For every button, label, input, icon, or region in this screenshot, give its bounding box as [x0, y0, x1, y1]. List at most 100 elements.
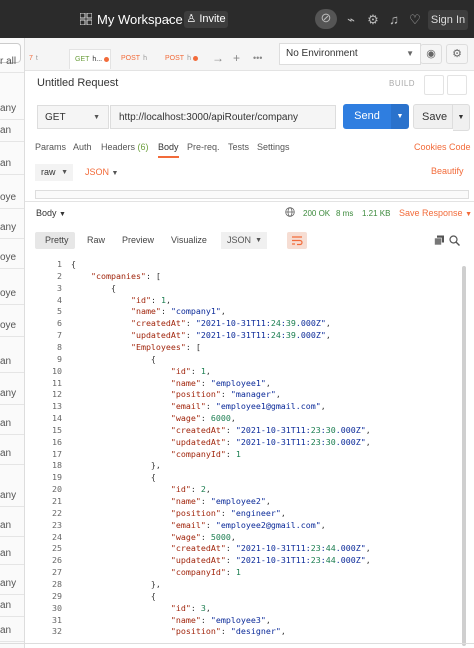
response-size[interactable]: 1.21 KB — [362, 209, 390, 218]
search-icon[interactable] — [449, 235, 460, 246]
line-number: 27 — [52, 567, 62, 578]
response-body-select[interactable]: Body ▼ — [36, 208, 66, 218]
environment-select[interactable]: No Environment ▼ — [279, 43, 421, 65]
sidebar-item[interactable]: oye — [0, 320, 16, 331]
url-input[interactable]: http://localhost:3000/apiRouter/company — [110, 105, 336, 129]
sidebar-item[interactable]: oye — [0, 192, 16, 203]
sync-off-icon[interactable]: ⊘ — [315, 9, 337, 29]
more-icon[interactable]: ••• — [253, 53, 262, 63]
line-number: 15 — [52, 424, 62, 435]
line-number: 28 — [52, 578, 62, 589]
code-text: "updatedAt": "2021-10-31T11:24:39.000Z", — [130, 330, 331, 341]
tab-prereq[interactable]: Pre-req. — [187, 142, 220, 152]
sidebar-item[interactable]: any — [0, 222, 16, 233]
invite-button[interactable]: ♙ Invite — [184, 11, 228, 28]
tab-params[interactable]: Params — [35, 142, 66, 152]
save-dropdown-icon[interactable]: ▼ — [453, 104, 470, 131]
sidebar-item[interactable]: any — [0, 388, 16, 399]
tab-method: 7 — [29, 55, 33, 62]
scrollbar[interactable] — [462, 266, 466, 646]
unsaved-dot-icon — [104, 56, 110, 62]
bell-icon[interactable]: ♫ — [385, 11, 403, 29]
body-type-select[interactable]: JSON ▼ — [85, 164, 118, 182]
line-number: 22 — [52, 507, 62, 518]
tab-tests[interactable]: Tests — [228, 142, 249, 152]
response-format-select[interactable]: JSON ▼ — [221, 232, 267, 249]
tab-method: POST — [165, 55, 185, 62]
beautify-link[interactable]: Beautify — [431, 166, 464, 176]
send-dropdown-icon[interactable]: ▼ — [391, 104, 409, 129]
sidebar-item[interactable]: any — [0, 490, 16, 501]
main-panel: 7t GET h... POST h POST h → + ••• No Enviro… — [25, 38, 474, 648]
settings-icon[interactable]: ⚙ — [364, 11, 382, 29]
chevron-down-icon: ▼ — [111, 170, 119, 177]
code-text: "wage": 6000, — [170, 413, 236, 424]
sidebar-item[interactable]: oye — [0, 252, 16, 263]
view-raw[interactable]: Raw — [81, 232, 111, 249]
sidebar-item[interactable]: an — [0, 356, 11, 367]
code-text: "name": "employee1", — [170, 377, 271, 388]
response-time[interactable]: 8 ms — [336, 209, 353, 218]
cookies-link[interactable]: Cookies — [414, 142, 447, 152]
line-number: 1 — [57, 259, 62, 269]
sidebar-item[interactable]: an — [0, 448, 11, 459]
tab-settings[interactable]: Settings — [257, 142, 290, 152]
status-code[interactable]: 200 OK — [303, 209, 330, 218]
build-label[interactable]: BUILD — [389, 79, 415, 88]
line-number: 25 — [52, 543, 62, 554]
save-response-button[interactable]: Save Response ▼ — [399, 208, 472, 218]
method-select[interactable]: GET ▼ — [37, 105, 109, 129]
code-text: "createdAt": "2021-10-31T11:23:30.000Z", — [170, 424, 371, 435]
body-mode-label: raw — [41, 167, 56, 177]
sidebar-item[interactable]: any — [0, 578, 16, 589]
sidebar-item[interactable]: an — [0, 125, 11, 136]
add-tab-icon[interactable]: + — [233, 51, 240, 65]
globe-icon[interactable] — [285, 207, 295, 217]
code-text: "id": 1, — [130, 294, 171, 305]
request-body-editor[interactable] — [35, 190, 469, 199]
chevron-down-icon[interactable]: ⌄ — [164, 11, 173, 24]
view-visualize[interactable]: Visualize — [165, 232, 213, 249]
method-label: GET — [45, 112, 66, 123]
arrow-right-icon[interactable]: → — [212, 51, 224, 65]
view-pretty[interactable]: Pretty — [35, 232, 75, 249]
request-title[interactable]: Untitled Request — [37, 77, 118, 89]
divider — [0, 536, 24, 537]
view-preview[interactable]: Preview — [116, 232, 160, 249]
code-link[interactable]: Code — [449, 142, 471, 152]
sidebar-item[interactable]: any — [0, 103, 16, 114]
comment-icon[interactable] — [447, 75, 467, 95]
request-tab-active[interactable]: GET h... — [69, 49, 111, 69]
tab-auth[interactable]: Auth — [73, 142, 92, 152]
code-text: "position": "manager", — [170, 389, 281, 400]
gear-icon[interactable]: ⚙ — [446, 44, 468, 64]
sidebar-item[interactable]: an — [0, 600, 11, 611]
sidebar-item[interactable]: oye — [0, 288, 16, 299]
request-tab[interactable]: POST h — [121, 49, 157, 69]
line-number: 19 — [52, 472, 62, 483]
divider — [0, 434, 24, 435]
tab-body[interactable]: Body — [158, 142, 179, 158]
code-text: "position": "designer", — [170, 626, 286, 637]
edit-icon[interactable] — [424, 75, 444, 95]
sidebar-item[interactable]: an — [0, 625, 11, 636]
response-code-viewer[interactable]: 1 {2 "companies": [3 {4 "id": 1, 5 "name":… — [25, 256, 474, 648]
sidebar-item[interactable]: an — [0, 418, 11, 429]
copy-icon[interactable] — [434, 235, 445, 246]
sidebar-item[interactable]: r all — [0, 56, 16, 67]
sidebar-item[interactable]: an — [0, 520, 11, 531]
sidebar-item[interactable]: an — [0, 548, 11, 559]
sidebar-item[interactable]: an — [0, 158, 11, 169]
body-mode-select[interactable]: raw ▼ — [35, 164, 73, 181]
eye-icon[interactable]: ◉ — [420, 44, 442, 64]
sign-in-button[interactable]: Sign In — [428, 10, 468, 30]
tab-headers[interactable]: Headers (6) — [101, 142, 149, 152]
satellite-icon[interactable]: ⌁ — [342, 11, 360, 29]
heart-icon[interactable]: ♡ — [406, 11, 424, 29]
request-tab[interactable]: POST h — [165, 49, 203, 69]
request-tab[interactable]: 7t — [29, 49, 61, 69]
line-number: 21 — [52, 496, 62, 506]
send-button[interactable]: Send — [343, 104, 391, 129]
save-button[interactable]: Save — [413, 104, 453, 129]
wrap-lines-icon[interactable] — [287, 232, 307, 249]
